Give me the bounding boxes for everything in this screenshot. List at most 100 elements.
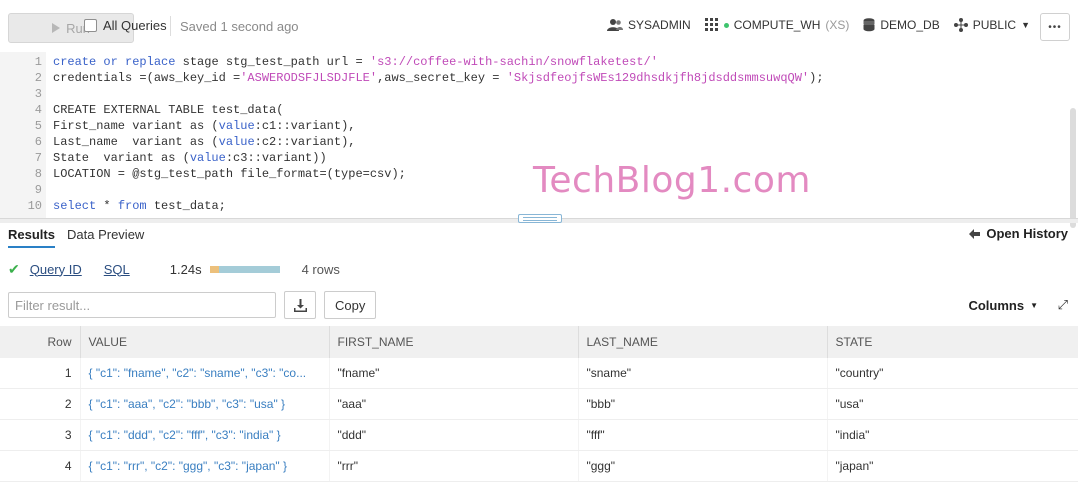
code-line[interactable]: 5 First_name variant as (value:c1::varian… [0,118,356,134]
table-cell[interactable]: "aaa" [329,388,579,420]
results-tabs: Results Data Preview Open History [0,222,1078,248]
table-cell[interactable]: "ggg" [578,450,828,482]
line-number: 7 [34,151,42,165]
line-number: 3 [34,87,42,101]
open-history-button[interactable]: Open History [969,226,1068,241]
warehouse-selector[interactable]: COMPUTE_WH (XS) [704,18,850,32]
filter-input[interactable] [8,292,276,318]
code-line[interactable]: 4 CREATE EXTERNAL TABLE test_data( [0,102,284,118]
database-icon [863,18,875,32]
warehouse-name: COMPUTE_WH [733,18,821,32]
table-row[interactable]: 4{ "c1": "rrr", "c2": "ggg", "c3": "japa… [0,450,1078,482]
sql-editor[interactable]: 1 create or replace stage stg_test_path u… [0,52,1078,228]
query-progress-bar [209,265,280,273]
open-history-label: Open History [986,226,1068,241]
code-line[interactable]: 7 State variant as (value:c3::variant)) [0,150,327,166]
toolbar-divider [170,16,171,36]
code-text: State variant as (value:c3::variant)) [53,151,327,165]
row-number-cell[interactable]: 3 [0,419,81,451]
chevron-down-icon: ▼ [1021,20,1030,30]
table-cell[interactable]: "fname" [329,358,579,389]
code-text: CREATE EXTERNAL TABLE test_data( [53,103,284,117]
table-row[interactable]: 2{ "c1": "aaa", "c2": "bbb", "c3": "usa"… [0,388,1078,420]
all-queries-checkbox[interactable] [84,19,97,32]
query-id-link[interactable]: Query ID [30,262,82,277]
watermark-text: TechBlog1.com [533,160,811,201]
column-header[interactable]: FIRST_NAME [329,326,579,358]
schema-icon [953,18,968,32]
download-button[interactable] [284,291,316,319]
code-text: select * from test_data; [53,199,226,213]
warehouse-grid-icon [704,18,718,31]
table-header-row: Row VALUE FIRST_NAME LAST_NAME STATE [0,326,1078,358]
filter-bar: Copy [8,291,377,319]
code-line[interactable]: 6 Last_name variant as (value:c2::variant… [0,134,356,150]
editor-scrollbar[interactable] [1070,108,1076,228]
tab-results[interactable]: Results [8,227,55,248]
all-queries-label: All Queries [103,18,167,33]
role-selector[interactable]: SYSADMIN [607,18,691,32]
warehouse-size: (XS) [825,18,850,32]
table-cell[interactable]: "india" [827,419,1078,451]
code-line[interactable]: 9 [0,182,53,198]
table-cell[interactable]: "usa" [827,388,1078,420]
saved-status: Saved 1 second ago [180,19,299,34]
table-cell[interactable]: "sname" [578,358,828,389]
table-cell[interactable]: { "c1": "fname", "c2": "sname", "c3": "c… [80,358,330,389]
row-number-cell[interactable]: 4 [0,450,81,482]
code-text: Last_name variant as (value:c2::variant)… [53,135,356,149]
role-name: SYSADMIN [628,18,691,32]
caret-down-icon: ▼ [1030,301,1038,310]
table-row[interactable]: 3{ "c1": "ddd", "c2": "fff", "c3": "indi… [0,419,1078,451]
warehouse-status-dot [723,22,729,28]
more-options-button[interactable]: ••• [1040,13,1070,41]
table-cell[interactable]: "bbb" [578,388,828,420]
column-header[interactable]: VALUE [80,326,330,358]
column-header[interactable]: Row [0,326,81,358]
table-row[interactable]: 1{ "c1": "fname", "c2": "sname", "c3": "… [0,358,1078,389]
table-cell[interactable]: "fff" [578,419,828,451]
sql-link[interactable]: SQL [104,262,130,277]
download-icon [293,298,307,312]
table-cell[interactable]: "japan" [827,450,1078,482]
tab-data-preview[interactable]: Data Preview [67,227,144,242]
code-line[interactable]: 1 create or replace stage stg_test_path u… [0,54,658,70]
line-number: 8 [34,167,42,181]
column-header[interactable]: LAST_NAME [578,326,828,358]
table-cell[interactable]: { "c1": "rrr", "c2": "ggg", "c3": "japan… [80,450,330,482]
line-number: 9 [34,183,42,197]
column-header[interactable]: STATE [827,326,1078,358]
all-queries-toggle[interactable]: All Queries [84,18,167,33]
row-number-cell[interactable]: 2 [0,388,81,420]
code-text: credentials =(aws_key_id ='ASWERODSFJLSD… [53,71,824,85]
schema-name: PUBLIC [972,18,1017,32]
table-cell[interactable]: "rrr" [329,450,579,482]
play-icon [52,23,61,33]
code-text: LOCATION = @stg_test_path file_format=(t… [53,167,406,181]
columns-label: Columns [968,298,1025,313]
code-line[interactable]: 3 [0,86,53,102]
code-line[interactable]: 2 credentials =(aws_key_id ='ASWERODSFJLS… [0,70,824,86]
schema-selector[interactable]: PUBLIC ▼ [953,18,1030,32]
row-number-cell[interactable]: 1 [0,358,81,389]
line-number: 5 [34,119,42,133]
line-number: 1 [34,55,42,69]
code-text: create or replace stage stg_test_path ur… [53,55,658,69]
arrow-left-icon [969,228,981,239]
success-check-icon: ✔ [8,260,20,277]
table-cell[interactable]: "country" [827,358,1078,389]
row-count: 4 rows [301,261,340,277]
copy-button[interactable]: Copy [324,291,377,319]
expand-icon[interactable]: ⤢ [1058,297,1068,313]
line-number: 4 [34,103,42,117]
queued-segment [209,265,220,273]
table-cell[interactable]: "ddd" [329,419,579,451]
query-duration: 1.24s [169,261,202,277]
columns-dropdown[interactable]: Columns ▼ [968,298,1038,313]
code-line[interactable]: 10 select * from test_data; [0,198,226,214]
database-selector[interactable]: DEMO_DB [863,18,940,32]
table-cell[interactable]: { "c1": "aaa", "c2": "bbb", "c3": "usa" … [80,388,330,420]
code-line[interactable]: 8 LOCATION = @stg_test_path file_format=(… [0,166,406,182]
table-cell[interactable]: { "c1": "ddd", "c2": "fff", "c3": "india… [80,419,330,451]
more-icon: ••• [1048,21,1062,33]
